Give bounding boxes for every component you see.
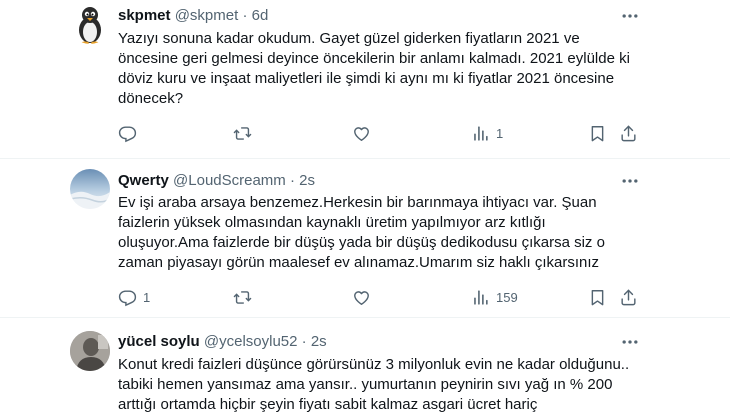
reply-button[interactable]: [118, 123, 143, 143]
timestamp[interactable]: 2s: [311, 333, 327, 350]
separator-dot: ·: [301, 333, 307, 350]
bookmark-icon: [588, 124, 607, 143]
retweet-button[interactable]: [233, 287, 252, 307]
tweet[interactable]: skpmet @skpmet · 6d Yazıyı sonuna kadar …: [0, 0, 730, 158]
reply-icon: [118, 288, 137, 307]
timestamp[interactable]: 6d: [252, 7, 269, 24]
like-button[interactable]: [352, 287, 371, 307]
share-icon: [619, 288, 638, 307]
avatar[interactable]: [70, 169, 110, 209]
more-dots-icon[interactable]: [620, 171, 640, 191]
separator-dot: ·: [289, 172, 295, 189]
like-button[interactable]: [352, 123, 371, 143]
views-icon: [471, 124, 490, 143]
retweet-button[interactable]: [233, 123, 252, 143]
retweet-icon: [233, 124, 252, 143]
more-dots-icon[interactable]: [620, 332, 640, 352]
bookmark-button[interactable]: [588, 287, 607, 307]
display-name[interactable]: Qwerty: [118, 172, 169, 189]
tweet-text: Konut kredi faizleri düşünce görürsünüz …: [118, 356, 630, 413]
views-icon: [471, 288, 490, 307]
bookmark-button[interactable]: [588, 123, 607, 143]
like-icon: [352, 124, 371, 143]
tweet-actions: 1 159: [108, 287, 648, 307]
share-button[interactable]: [619, 123, 638, 143]
avatar[interactable]: [70, 331, 110, 371]
separator-dot: ·: [242, 7, 248, 24]
reply-icon: [118, 124, 137, 143]
bookmark-icon: [588, 288, 607, 307]
views-button[interactable]: 159: [471, 287, 518, 307]
display-name[interactable]: skpmet: [118, 7, 171, 24]
avatar[interactable]: [70, 4, 110, 44]
share-button[interactable]: [619, 287, 638, 307]
tweet-actions: 1: [108, 123, 648, 143]
tweet-header: Qwerty @LoudScreamm · 2s: [118, 171, 315, 191]
tweet[interactable]: Qwerty @LoudScreamm · 2s Ev işi araba ar…: [0, 159, 730, 317]
user-handle[interactable]: @LoudScreamm: [173, 172, 286, 189]
user-handle[interactable]: @ycelsoylu52: [204, 333, 298, 350]
tweet-header: skpmet @skpmet · 6d: [118, 6, 268, 26]
like-icon: [352, 288, 371, 307]
timestamp[interactable]: 2s: [299, 172, 315, 189]
reply-button[interactable]: 1: [118, 287, 150, 307]
views-count: 1: [496, 125, 504, 141]
tweet-header: yücel soylu @ycelsoylu52 · 2s: [118, 332, 327, 352]
reply-count: 1: [143, 289, 151, 305]
views-button[interactable]: 1: [471, 123, 503, 143]
views-count: 159: [496, 289, 518, 305]
share-icon: [619, 124, 638, 143]
tweet-text: Ev işi araba arsaya benzemez.Herkesin bi…: [118, 194, 605, 271]
tweet-text: Yazıyı sonuna kadar okudum. Gayet güzel …: [118, 30, 630, 107]
user-handle[interactable]: @skpmet: [175, 7, 239, 24]
more-dots-icon[interactable]: [620, 6, 640, 26]
retweet-icon: [233, 288, 252, 307]
display-name[interactable]: yücel soylu: [118, 333, 200, 350]
tweet[interactable]: yücel soylu @ycelsoylu52 · 2s Konut kred…: [0, 318, 730, 420]
